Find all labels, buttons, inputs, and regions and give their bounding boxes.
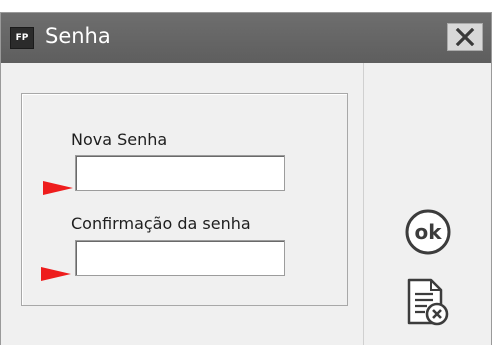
- new-password-label: Nova Senha: [71, 130, 168, 149]
- ok-button-label: ok: [414, 220, 442, 244]
- close-button[interactable]: [447, 23, 483, 51]
- ok-circle-icon: ok: [405, 209, 451, 255]
- password-dialog: FP Senha Nova Senha Confirmação da senha…: [0, 12, 492, 345]
- new-password-input[interactable]: [75, 155, 285, 191]
- cancel-button[interactable]: [403, 277, 453, 329]
- required-marker-arrow-icon: [41, 267, 71, 281]
- confirm-password-label: Confirmação da senha: [71, 214, 251, 233]
- required-marker-arrow-icon: [43, 181, 73, 195]
- close-icon: [455, 28, 475, 46]
- app-icon: FP: [10, 27, 34, 49]
- ok-button[interactable]: ok: [403, 207, 453, 257]
- document-cancel-icon: [407, 278, 449, 326]
- confirm-password-input[interactable]: [75, 240, 285, 276]
- window-title: Senha: [45, 24, 111, 48]
- dialog-body: Nova Senha Confirmação da senha ok: [1, 63, 491, 345]
- action-panel-divider: [363, 63, 364, 345]
- title-bar[interactable]: FP Senha: [1, 13, 491, 63]
